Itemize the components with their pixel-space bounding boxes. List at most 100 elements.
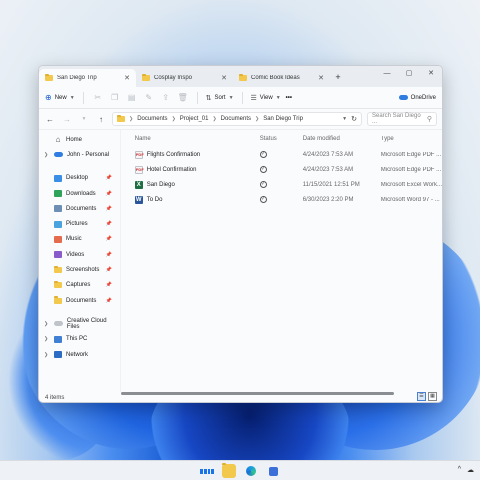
sidebar-item-screenshots[interactable]: Screenshots 📌 bbox=[39, 262, 120, 277]
start-button[interactable] bbox=[200, 464, 214, 478]
sidebar-item-home[interactable]: ⌂ Home bbox=[39, 132, 120, 147]
chevron-up-icon[interactable]: ^ bbox=[458, 466, 461, 474]
status-bar: 4 items ☰ ▦ bbox=[39, 392, 442, 402]
table-row[interactable]: PDF Flights Confirmation ✓ 4/24/2023 7:53… bbox=[121, 147, 442, 162]
breadcrumb-item[interactable]: San Diego Trip bbox=[263, 116, 303, 122]
pin-icon: 📌 bbox=[105, 267, 112, 274]
recent-locations-button[interactable]: ▼ bbox=[78, 116, 90, 122]
store-taskbar-button[interactable] bbox=[266, 464, 280, 478]
title-bar: San Diego Trip ✕ Cosplay Inspo ✕ Comic B… bbox=[39, 66, 442, 87]
onedrive-button[interactable]: OneDrive bbox=[398, 95, 436, 101]
sidebar-item-music[interactable]: Music 📌 bbox=[39, 232, 120, 247]
sidebar-item-network[interactable]: ❯ Network bbox=[39, 347, 120, 362]
column-header-status[interactable]: Status bbox=[260, 136, 303, 142]
sidebar-item-pictures[interactable]: Pictures 📌 bbox=[39, 216, 120, 231]
column-header-type[interactable]: Type bbox=[381, 136, 442, 142]
pin-icon: 📌 bbox=[105, 251, 112, 258]
edge-taskbar-button[interactable] bbox=[244, 464, 258, 478]
table-row[interactable]: PDF Hotel Confirmation ✓ 4/24/2023 7:53 A… bbox=[121, 162, 442, 177]
window-controls: — ▢ ✕ bbox=[376, 66, 442, 80]
pin-icon: 📌 bbox=[105, 221, 112, 228]
pin-icon: 📌 bbox=[105, 282, 112, 289]
onedrive-cloud-icon bbox=[398, 95, 408, 100]
breadcrumb-item[interactable]: Documents bbox=[137, 116, 167, 122]
pin-icon: 📌 bbox=[105, 190, 112, 197]
sidebar-item-this-pc[interactable]: ❯ This PC bbox=[39, 332, 120, 347]
chevron-down-icon[interactable]: ▼ bbox=[342, 116, 347, 122]
close-tab-icon[interactable]: ✕ bbox=[318, 74, 324, 82]
minimize-button[interactable]: — bbox=[376, 66, 398, 80]
sidebar-item-desktop[interactable]: Desktop 📌 bbox=[39, 171, 120, 186]
copy-icon[interactable]: ❐ bbox=[109, 93, 121, 102]
folder-icon bbox=[222, 462, 236, 478]
word-file-icon: W bbox=[134, 195, 143, 204]
view-button[interactable]: ☰ View ▼ bbox=[251, 94, 281, 102]
sidebar-item-captures[interactable]: Captures 📌 bbox=[39, 278, 120, 293]
table-row[interactable]: X San Diego ✓ 11/15/2021 12:51 PM Microso… bbox=[121, 177, 442, 192]
up-button[interactable]: ↑ bbox=[95, 115, 107, 124]
chevron-down-icon: ▼ bbox=[275, 94, 281, 101]
chevron-right-icon[interactable]: ❯ bbox=[44, 321, 50, 327]
refresh-icon[interactable]: ↻ bbox=[351, 115, 357, 123]
details-view-icon[interactable]: ☰ bbox=[417, 392, 426, 401]
close-tab-icon[interactable]: ✕ bbox=[124, 74, 130, 82]
chevron-right-icon[interactable]: ❯ bbox=[44, 352, 50, 358]
forward-button[interactable]: → bbox=[61, 115, 73, 124]
synced-check-icon: ✓ bbox=[259, 151, 267, 158]
desktop-icon bbox=[54, 174, 62, 182]
breadcrumb-item[interactable]: Project_01 bbox=[180, 116, 209, 122]
rename-icon[interactable]: ✎ bbox=[143, 93, 155, 102]
divider bbox=[196, 91, 198, 104]
sidebar-item-creative-cloud[interactable]: ❯ Creative Cloud Files bbox=[39, 316, 120, 331]
delete-icon[interactable]: 🗑 bbox=[177, 93, 189, 102]
share-icon[interactable]: ⇪ bbox=[160, 93, 172, 102]
breadcrumb-item[interactable]: Documents bbox=[221, 116, 251, 122]
sidebar-item-documents[interactable]: Documents 📌 bbox=[39, 201, 120, 216]
more-options-button[interactable]: ••• bbox=[286, 95, 292, 101]
sidebar-item-documents-folder[interactable]: Documents 📌 bbox=[39, 293, 120, 308]
back-button[interactable]: ← bbox=[44, 115, 56, 124]
sidebar-item-downloads[interactable]: Downloads 📌 bbox=[39, 186, 120, 201]
chevron-down-icon: ▼ bbox=[228, 94, 234, 101]
folder-icon bbox=[54, 280, 62, 289]
new-button[interactable]: ⊕ New ▼ bbox=[45, 93, 75, 102]
sort-button[interactable]: ⇅ Sort ▼ bbox=[206, 94, 234, 102]
file-explorer-taskbar-button[interactable] bbox=[222, 462, 236, 478]
windows-logo-icon bbox=[200, 464, 214, 478]
paste-icon[interactable]: ▤ bbox=[126, 93, 138, 102]
search-input[interactable]: Search San Diego ... ⚲ bbox=[367, 112, 437, 126]
column-header-name[interactable]: Name bbox=[135, 136, 260, 142]
excel-file-icon: X bbox=[134, 180, 143, 189]
item-count: 4 items bbox=[45, 395, 65, 401]
folder-icon bbox=[239, 73, 247, 81]
divider bbox=[82, 91, 84, 104]
edge-icon bbox=[246, 466, 256, 476]
sidebar-item-videos[interactable]: Videos 📌 bbox=[39, 247, 120, 262]
close-button[interactable]: ✕ bbox=[420, 66, 442, 80]
close-tab-icon[interactable]: ✕ bbox=[221, 74, 227, 82]
new-tab-button[interactable]: + bbox=[332, 72, 344, 82]
folder-icon bbox=[45, 73, 53, 81]
tab-comic-book-ideas[interactable]: Comic Book Ideas ✕ bbox=[233, 69, 330, 87]
pdf-file-icon: PDF bbox=[134, 165, 144, 174]
column-header-date[interactable]: Date modified bbox=[303, 136, 381, 142]
navigation-pane: ⌂ Home ❯ John - Personal Desktop 📌 Downlo… bbox=[39, 130, 121, 392]
table-row[interactable]: W To Do ✓ 6/30/2023 2:20 PM Microsoft Wor… bbox=[121, 192, 442, 207]
chevron-right-icon[interactable]: ❯ bbox=[44, 152, 50, 158]
network-icon bbox=[54, 351, 62, 358]
tab-san-diego-trip[interactable]: San Diego Trip ✕ bbox=[39, 69, 136, 87]
sidebar-item-john-personal[interactable]: ❯ John - Personal bbox=[39, 147, 120, 162]
synced-check-icon: ✓ bbox=[259, 181, 267, 188]
computer-icon bbox=[54, 335, 62, 343]
breadcrumb[interactable]: ❯ Documents ❯ Project_01 ❯ Documents ❯ S… bbox=[112, 112, 362, 126]
maximize-button[interactable]: ▢ bbox=[398, 66, 420, 80]
creative-cloud-icon bbox=[53, 321, 63, 327]
cut-icon[interactable]: ✂ bbox=[92, 93, 104, 102]
tiles-view-icon[interactable]: ▦ bbox=[428, 392, 437, 401]
tab-cosplay-inspo[interactable]: Cosplay Inspo ✕ bbox=[136, 69, 233, 87]
cloud-icon[interactable]: ☁ bbox=[467, 466, 474, 474]
chevron-right-icon[interactable]: ❯ bbox=[44, 336, 50, 342]
taskbar-apps bbox=[200, 462, 280, 478]
search-icon: ⚲ bbox=[426, 116, 432, 123]
file-explorer-window: San Diego Trip ✕ Cosplay Inspo ✕ Comic B… bbox=[38, 65, 443, 403]
